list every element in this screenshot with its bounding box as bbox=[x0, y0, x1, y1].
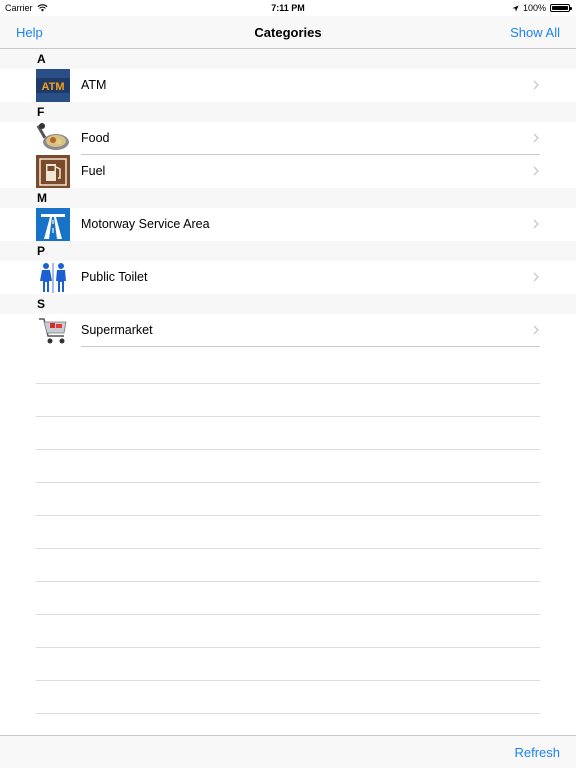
empty-row bbox=[0, 615, 576, 648]
chevron-right-icon bbox=[533, 272, 539, 282]
navigation-bar: Help Categories Show All bbox=[0, 16, 576, 49]
row-separator bbox=[81, 346, 540, 347]
category-label: Motorway Service Area bbox=[81, 217, 210, 231]
category-label: Food bbox=[81, 131, 110, 145]
shopping-cart-icon bbox=[36, 314, 70, 347]
section-header-m: M bbox=[0, 188, 576, 208]
show-all-button[interactable]: Show All bbox=[510, 25, 560, 40]
status-time: 7:11 PM bbox=[271, 3, 305, 13]
category-label: Fuel bbox=[81, 164, 106, 178]
status-bar: Carrier 7:11 PM 100% bbox=[0, 0, 576, 16]
empty-row bbox=[0, 516, 576, 549]
empty-row bbox=[0, 351, 576, 384]
empty-row bbox=[0, 582, 576, 615]
categories-table: A ATM ATM F Food Fuel M Motorway Service… bbox=[0, 49, 576, 347]
section-header-s: S bbox=[0, 294, 576, 314]
chevron-right-icon bbox=[533, 325, 539, 335]
category-row-atm[interactable]: ATM ATM bbox=[0, 69, 576, 102]
category-label: Public Toilet bbox=[81, 270, 148, 284]
battery-icon bbox=[550, 4, 572, 12]
empty-row bbox=[0, 384, 576, 417]
category-row-public-toilet[interactable]: Public Toilet bbox=[0, 261, 576, 294]
refresh-button[interactable]: Refresh bbox=[514, 745, 560, 760]
section-header-f: F bbox=[0, 102, 576, 122]
section-header-a: A bbox=[0, 49, 576, 69]
empty-row bbox=[0, 648, 576, 681]
empty-row bbox=[0, 417, 576, 450]
category-label: ATM bbox=[81, 78, 107, 92]
page-title: Categories bbox=[254, 25, 322, 40]
category-label: Supermarket bbox=[81, 323, 153, 337]
empty-row bbox=[0, 549, 576, 582]
empty-row bbox=[0, 450, 576, 483]
chevron-right-icon bbox=[533, 80, 539, 90]
chevron-right-icon bbox=[533, 133, 539, 143]
battery-percent: 100% bbox=[522, 3, 546, 13]
svg-text:ATM: ATM bbox=[41, 81, 64, 93]
empty-row bbox=[0, 483, 576, 516]
category-row-supermarket[interactable]: Supermarket bbox=[0, 314, 576, 347]
atm-icon: ATM bbox=[36, 69, 70, 102]
category-row-fuel[interactable]: Fuel bbox=[0, 155, 576, 188]
chevron-right-icon bbox=[533, 166, 539, 176]
category-row-motorway-service-area[interactable]: Motorway Service Area bbox=[0, 208, 576, 241]
empty-table-rows bbox=[0, 351, 576, 714]
fuel-pump-icon bbox=[36, 155, 70, 188]
food-icon bbox=[36, 122, 70, 155]
toilet-icon bbox=[36, 261, 70, 294]
section-header-p: P bbox=[0, 241, 576, 261]
bottom-toolbar: Refresh bbox=[0, 735, 576, 768]
status-right: 100% bbox=[512, 3, 572, 13]
motorway-icon bbox=[36, 208, 70, 241]
location-arrow-icon bbox=[512, 4, 519, 12]
row-separator bbox=[36, 713, 540, 714]
empty-row bbox=[0, 681, 576, 714]
chevron-right-icon bbox=[533, 219, 539, 229]
category-row-food[interactable]: Food bbox=[0, 122, 576, 155]
